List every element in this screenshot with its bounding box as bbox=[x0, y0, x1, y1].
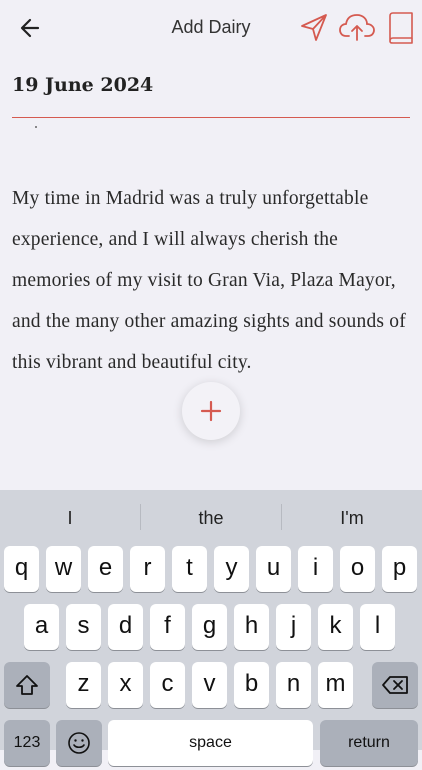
key-j[interactable]: j bbox=[276, 604, 311, 650]
key-r[interactable]: r bbox=[130, 546, 165, 592]
key-b[interactable]: b bbox=[234, 662, 269, 708]
key-q[interactable]: q bbox=[4, 546, 39, 592]
key-o[interactable]: o bbox=[340, 546, 375, 592]
key-a[interactable]: a bbox=[24, 604, 59, 650]
app-header: Add Dairy bbox=[0, 0, 422, 56]
key-c[interactable]: c bbox=[150, 662, 185, 708]
return-key[interactable]: return bbox=[320, 720, 418, 766]
key-l[interactable]: l bbox=[360, 604, 395, 650]
shift-icon bbox=[16, 675, 38, 695]
key-g[interactable]: g bbox=[192, 604, 227, 650]
key-u[interactable]: u bbox=[256, 546, 291, 592]
cloud-upload-icon[interactable] bbox=[339, 12, 375, 47]
emoji-key[interactable] bbox=[56, 720, 102, 766]
key-e[interactable]: e bbox=[88, 546, 123, 592]
key-x[interactable]: x bbox=[108, 662, 143, 708]
space-key[interactable]: space bbox=[108, 720, 313, 766]
key-p[interactable]: p bbox=[382, 546, 417, 592]
key-t[interactable]: t bbox=[172, 546, 207, 592]
key-k[interactable]: k bbox=[318, 604, 353, 650]
suggestion-item[interactable]: I'm bbox=[282, 508, 422, 529]
key-w[interactable]: w bbox=[46, 546, 81, 592]
key-h[interactable]: h bbox=[234, 604, 269, 650]
suggestion-item[interactable]: the bbox=[141, 508, 281, 529]
key-z[interactable]: z bbox=[66, 662, 101, 708]
suggestion-item[interactable]: I bbox=[0, 508, 140, 529]
suggestion-bar: I the I'm bbox=[0, 490, 422, 544]
date-divider bbox=[12, 117, 410, 118]
send-icon[interactable] bbox=[300, 12, 328, 47]
entry-date[interactable]: 19 June 2024 bbox=[12, 74, 153, 96]
shift-key[interactable] bbox=[4, 662, 50, 708]
key-n[interactable]: n bbox=[276, 662, 311, 708]
add-button[interactable] bbox=[182, 382, 240, 440]
emoji-icon bbox=[68, 732, 90, 754]
key-i[interactable]: i bbox=[298, 546, 333, 592]
plus-icon bbox=[200, 400, 222, 422]
key-d[interactable]: d bbox=[108, 604, 143, 650]
entry-body-text[interactable]: My time in Madrid was a truly unforgetta… bbox=[12, 178, 410, 383]
backspace-icon bbox=[382, 676, 408, 694]
key-v[interactable]: v bbox=[192, 662, 227, 708]
book-icon[interactable] bbox=[388, 12, 414, 49]
keyboard: I the I'm q w e r t y u i o p a s d f g … bbox=[0, 490, 422, 766]
delete-key[interactable] bbox=[372, 662, 418, 708]
key-f[interactable]: f bbox=[150, 604, 185, 650]
key-s[interactable]: s bbox=[66, 604, 101, 650]
key-m[interactable]: m bbox=[318, 662, 353, 708]
text-cursor-marker bbox=[35, 126, 37, 128]
key-y[interactable]: y bbox=[214, 546, 249, 592]
numbers-key[interactable]: 123 bbox=[4, 720, 50, 766]
